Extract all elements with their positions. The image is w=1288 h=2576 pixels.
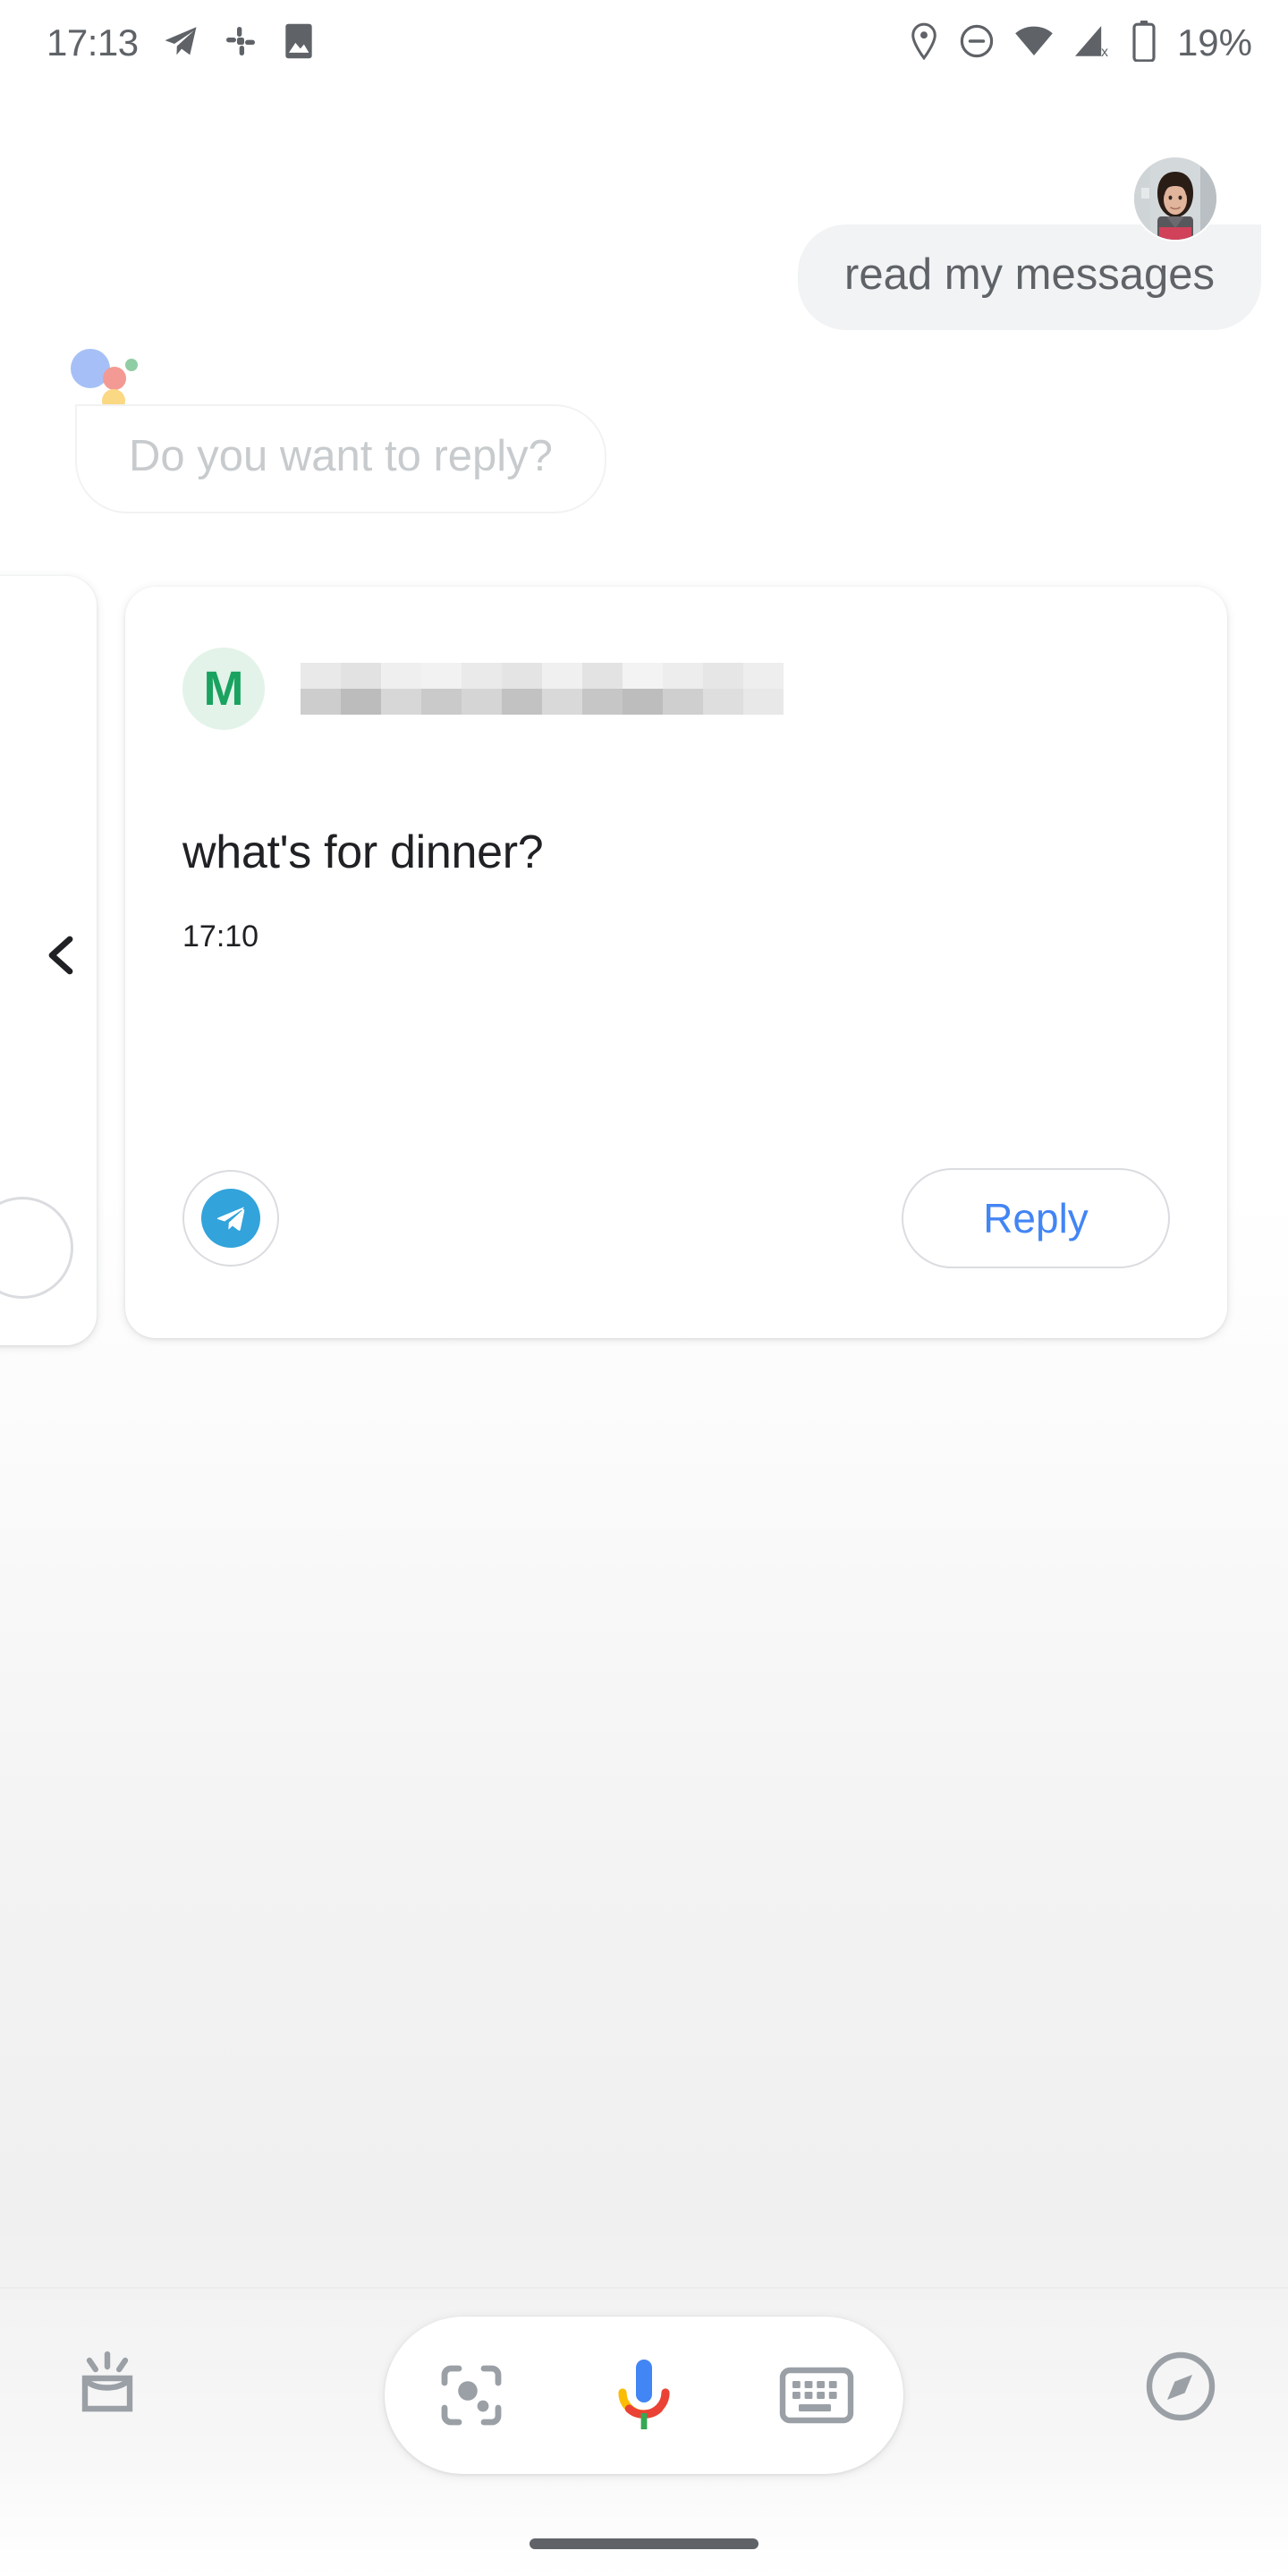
google-mic-icon[interactable] (590, 2342, 698, 2449)
status-bar-right: x 19% (909, 20, 1252, 66)
assistant-screen: 17:13 x 19% read my messages Do you want… (0, 0, 1288, 2576)
reply-button[interactable]: Reply (902, 1168, 1170, 1268)
message-text: what's for dinner? (182, 826, 544, 878)
user-message-text: read my messages (844, 250, 1215, 299)
message-card[interactable]: M what's for dinner? 17:10 Reply (125, 587, 1227, 1338)
google-lens-icon[interactable] (418, 2342, 525, 2449)
avatar[interactable] (1134, 157, 1216, 240)
telegram-app-button[interactable] (182, 1170, 279, 1267)
message-card-header: M (182, 648, 1170, 730)
status-bar: 17:13 x 19% (0, 0, 1288, 86)
assistant-input-pill (385, 2317, 903, 2474)
conversation-area: read my messages Do you want to reply? M… (0, 86, 1288, 1367)
bottom-bar-divider (0, 2287, 1288, 2289)
sender-initial: M (203, 662, 244, 716)
do-not-disturb-icon (959, 23, 995, 64)
battery-icon (1132, 20, 1156, 66)
message-card-carousel[interactable]: M what's for dinner? 17:10 Reply (0, 562, 1288, 1367)
message-card-actions: Reply (182, 1168, 1170, 1268)
assistant-prompt-bubble: Do you want to reply? (75, 404, 606, 513)
location-pin-icon (909, 22, 939, 64)
home-gesture-bar[interactable] (530, 2538, 758, 2549)
status-time: 17:13 (47, 21, 139, 64)
bottom-bar (0, 2290, 1288, 2576)
assistant-snapshot-icon[interactable] (54, 2333, 161, 2440)
telegram-icon (162, 22, 199, 64)
assistant-prompt-text: Do you want to reply? (129, 432, 553, 480)
sender-name-redacted (301, 663, 784, 715)
message-timestamp: 17:10 (182, 919, 259, 953)
keyboard-icon[interactable] (763, 2342, 870, 2449)
mobile-signal-off-icon: x (1073, 23, 1113, 64)
photo-icon (282, 21, 316, 65)
compass-explore-icon[interactable] (1127, 2333, 1234, 2440)
status-bar-left: 17:13 (47, 21, 316, 65)
wifi-icon (1014, 25, 1054, 62)
user-message-bubble: read my messages (798, 225, 1261, 330)
svg-text:x: x (1101, 45, 1108, 59)
battery-percent: 19% (1176, 21, 1252, 64)
sender-avatar: M (182, 648, 265, 730)
user-turn: read my messages (0, 86, 1288, 336)
assistant-turn: Do you want to reply? (0, 340, 1288, 546)
chevron-left-icon (43, 934, 79, 977)
google-assistant-dots-icon (70, 349, 141, 412)
previous-card-app-button[interactable] (0, 1197, 73, 1299)
previous-message-card[interactable] (0, 576, 97, 1345)
slack-icon (223, 23, 258, 64)
telegram-icon (201, 1189, 260, 1248)
